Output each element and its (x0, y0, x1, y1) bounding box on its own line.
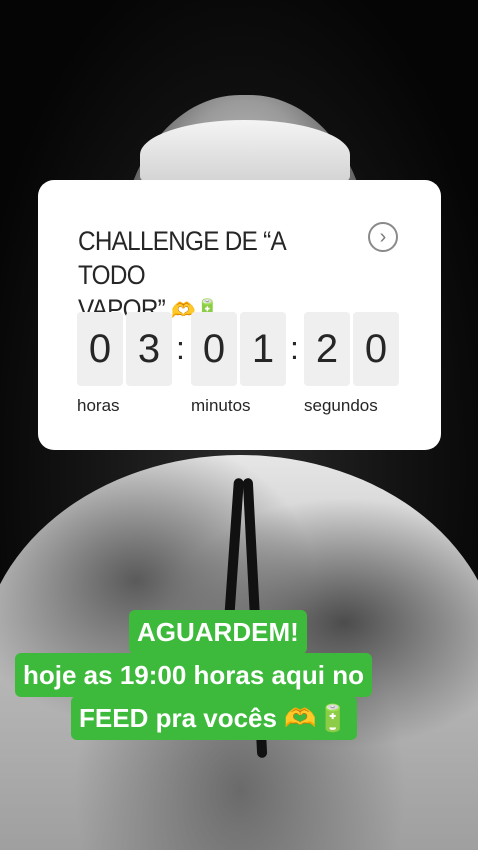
seconds-tens-digit: 2 (304, 312, 350, 386)
minutes-ones-digit: 1 (240, 312, 286, 386)
hours-ones-digit: 3 (126, 312, 172, 386)
caption-line-3-text: FEED pra vocês (79, 703, 277, 733)
separator-colon: : (176, 330, 185, 366)
hours-tens-digit: 0 (77, 312, 123, 386)
seconds-ones-digit: 0 (353, 312, 399, 386)
unit-hours-label: horas (77, 396, 120, 415)
unit-minutes-label: minutos (191, 396, 251, 415)
unit-seconds-label: segundos (304, 396, 378, 415)
countdown-title-line1: CHALLENGE DE “A TODO (78, 226, 285, 290)
hands-heart-battery-emoji: 🫶🔋 (284, 703, 349, 733)
caption-line-1: AGUARDEM! (129, 610, 307, 654)
minutes-tens-digit: 0 (191, 312, 237, 386)
separator-colon: : (290, 330, 299, 366)
caption-line-3: FEED pra vocês 🫶🔋 (71, 696, 357, 740)
chevron-right-circle-icon[interactable]: › (368, 222, 398, 252)
countdown-sticker[interactable]: CHALLENGE DE “A TODO VAPOR” 🫶🔋 › 0 3 : 0… (38, 180, 441, 450)
caption-line-2: hoje as 19:00 horas aqui no (15, 653, 372, 697)
